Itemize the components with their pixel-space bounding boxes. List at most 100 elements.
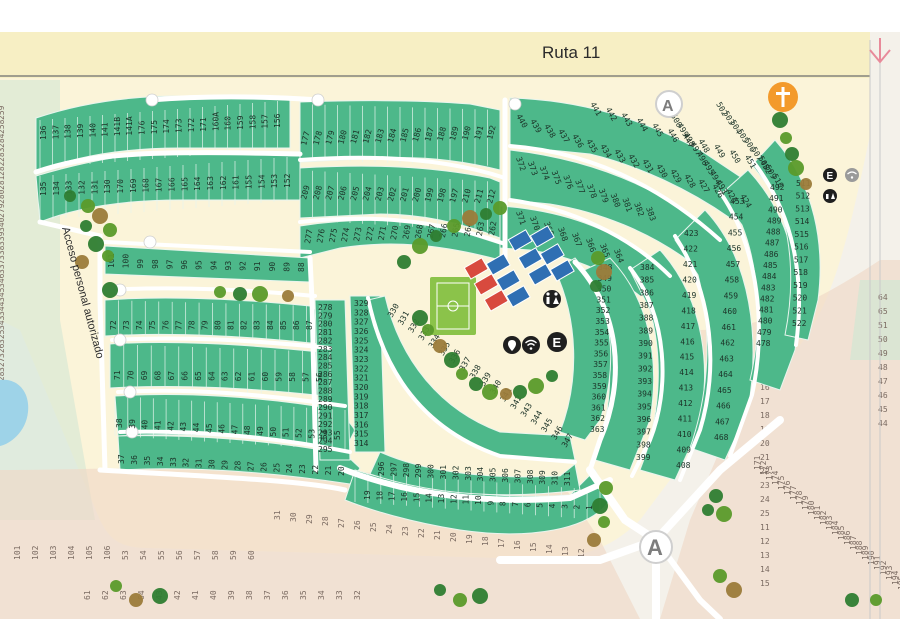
lot-number: 414 <box>679 368 694 377</box>
lot-number: 16 <box>400 492 409 502</box>
lot-number: 86 <box>292 320 301 330</box>
lot-number: 29 <box>221 460 230 470</box>
tree <box>152 588 168 604</box>
chapel-cross-icon <box>768 82 798 112</box>
lot-number: 173 <box>174 118 183 133</box>
lot-number: 19 <box>465 534 474 544</box>
lot-number: 48 <box>243 425 252 435</box>
lot-number: 384 <box>640 263 655 272</box>
lot-number: 85 <box>279 320 288 330</box>
lot-number: 409 <box>677 446 692 455</box>
lot-number: 74 <box>135 320 144 330</box>
lot-number: 67 <box>167 371 176 381</box>
lot-number: 3 <box>560 504 569 509</box>
lot-number: 413 <box>679 384 694 393</box>
lot-number: 410 <box>677 430 692 439</box>
lot-number: 162 <box>219 175 228 190</box>
lot-number: 141A <box>125 116 134 135</box>
lot-number: 62 <box>234 371 243 381</box>
lot-number: 137 <box>51 125 60 140</box>
lot-number: 307 <box>513 469 522 484</box>
lot-number: 169 <box>129 178 138 193</box>
lot-number: 26 <box>353 520 362 530</box>
lot-number: 81 <box>227 320 236 330</box>
lot-number: 140 <box>88 123 97 138</box>
lot-number: 516 <box>794 243 809 252</box>
lot-number: 491 <box>769 194 784 203</box>
lot-number: 13 <box>437 494 446 504</box>
lot-number: 136 <box>39 125 48 140</box>
lot-number: 363 <box>590 425 605 434</box>
lot-number: 14 <box>425 493 434 503</box>
lot-number: 325 <box>354 336 369 345</box>
lot-number: 69 <box>140 370 149 380</box>
lot-number: 65 <box>878 307 888 316</box>
lot-number: 44 <box>878 419 888 428</box>
lot-number: 522 <box>792 319 807 328</box>
lot-number: 478 <box>756 339 771 348</box>
lot-number: 165 <box>180 177 189 192</box>
tree <box>233 287 247 301</box>
lot-number: 40 <box>141 420 150 430</box>
lot-number: 176 <box>138 120 147 135</box>
lot-number: 163 <box>206 176 215 191</box>
lot-number: 97 <box>165 259 174 269</box>
lot-number: 33 <box>335 590 344 600</box>
tree <box>709 489 723 503</box>
sand-strip <box>0 32 870 78</box>
tree <box>103 223 117 237</box>
lot-number: 76 <box>161 320 170 330</box>
lot-number: 488 <box>766 228 781 237</box>
lot-number: 89 <box>282 262 291 272</box>
lot-number: 481 <box>759 306 774 315</box>
lot-number: 305 <box>489 467 498 482</box>
lot-number: 55 <box>333 430 342 440</box>
lot-number: 101 <box>13 545 22 560</box>
lot-number: 13 <box>760 551 770 560</box>
restroom-icon <box>543 290 561 308</box>
lot-number: 42 <box>173 590 182 600</box>
lot-number: 164 <box>193 176 202 191</box>
lot-number: 517 <box>794 255 809 264</box>
lot-number: 306 <box>501 468 510 483</box>
lot-number: 45 <box>878 405 888 414</box>
lot-number: 90 <box>268 262 277 272</box>
lot-number: 457 <box>726 260 741 269</box>
lot-number: 95 <box>195 260 204 270</box>
tree <box>788 160 804 176</box>
lot-number: 337 <box>0 259 6 274</box>
lot-number: 15 <box>412 492 421 502</box>
tree <box>590 280 602 292</box>
lot-number: 55 <box>157 550 166 560</box>
lot-number: 35 <box>143 456 152 466</box>
tree <box>591 251 605 265</box>
lot-number: 464 <box>718 370 733 379</box>
lot-number: 482 <box>760 294 775 303</box>
lot-number: 77 <box>174 320 183 330</box>
tree <box>88 236 104 252</box>
lot-number: 59 <box>275 372 284 382</box>
tree <box>726 582 742 598</box>
lot-number: 15 <box>760 579 770 588</box>
lot-number: 468 <box>714 433 729 442</box>
entrance-badge-icon: E <box>823 168 837 182</box>
lot-number: 282 <box>0 161 6 176</box>
lot-number: 514 <box>795 217 810 226</box>
lot-number: 5 <box>536 503 545 508</box>
lot-number: 159 <box>236 115 245 130</box>
lot-number: 154 <box>257 174 266 189</box>
lot-number: 44 <box>192 422 201 432</box>
lot-number: 24 <box>760 495 770 504</box>
tree <box>412 238 428 254</box>
lot-number: 172 <box>187 118 196 133</box>
lot-number: 91 <box>253 261 262 271</box>
lot-number: 354 <box>595 328 610 337</box>
lot-number: 416 <box>680 337 695 346</box>
lot-number: 63 <box>119 590 128 600</box>
lot-number: 315 <box>354 430 369 439</box>
lot-number: 88 <box>297 262 306 272</box>
lot-number: 461 <box>721 323 736 332</box>
tree <box>444 352 460 368</box>
tree <box>870 594 882 606</box>
lot-number: 72 <box>109 320 118 330</box>
